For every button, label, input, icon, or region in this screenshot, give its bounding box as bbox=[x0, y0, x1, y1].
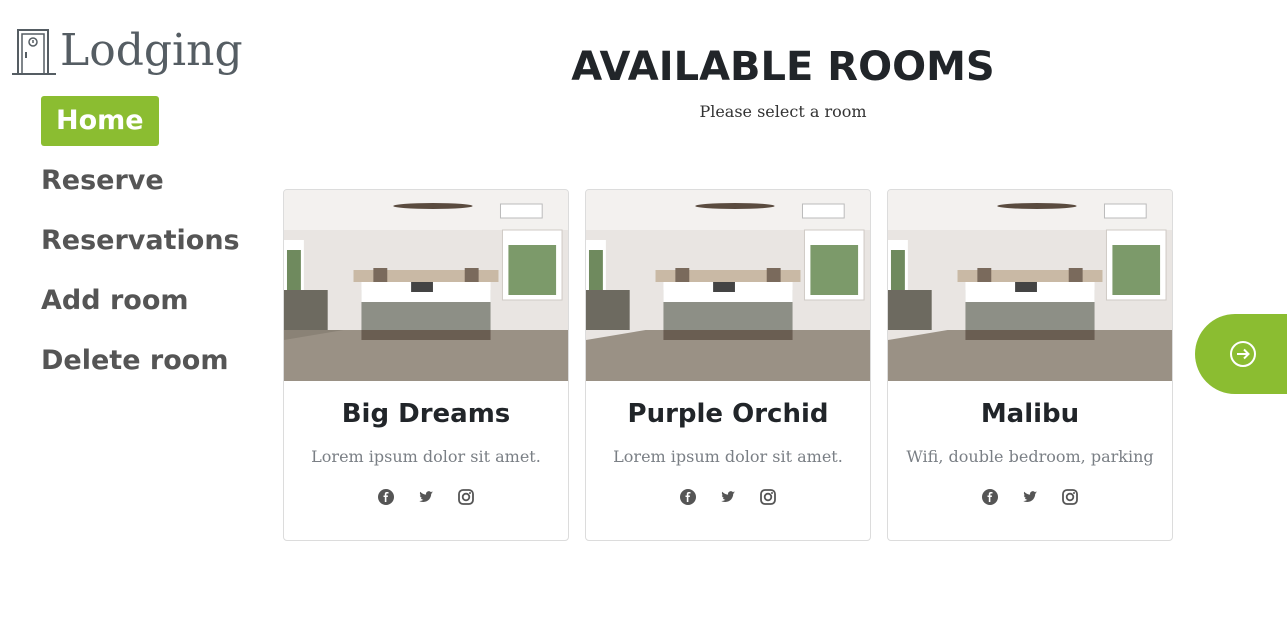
room-image bbox=[586, 190, 870, 381]
room-description: Lorem ipsum dolor sit amet. bbox=[613, 447, 843, 466]
room-name: Purple Orchid bbox=[627, 399, 829, 429]
arrow-right-circle-icon bbox=[1230, 341, 1256, 367]
room-card[interactable]: Big Dreams Lorem ipsum dolor sit amet. bbox=[283, 189, 569, 541]
facebook-icon[interactable] bbox=[981, 488, 999, 506]
instagram-icon[interactable] bbox=[457, 488, 475, 506]
instagram-icon[interactable] bbox=[1061, 488, 1079, 506]
room-cards: Big Dreams Lorem ipsum dolor sit amet. P… bbox=[283, 189, 1173, 541]
room-description: Lorem ipsum dolor sit amet. bbox=[311, 447, 541, 466]
room-description: Wifi, double bedroom, parking bbox=[906, 447, 1154, 466]
site-logo[interactable]: Lodging bbox=[12, 26, 243, 76]
nav-item-reservations[interactable]: Reservations bbox=[41, 216, 240, 266]
nav-item-delete-room[interactable]: Delete room bbox=[41, 336, 240, 386]
room-card[interactable]: Malibu Wifi, double bedroom, parking bbox=[887, 189, 1173, 541]
nav-item-home[interactable]: Home bbox=[41, 96, 159, 146]
social-links bbox=[284, 488, 568, 506]
sidebar-nav: Home Reserve Reservations Add room Delet… bbox=[41, 96, 240, 396]
room-card[interactable]: Purple Orchid Lorem ipsum dolor sit amet… bbox=[585, 189, 871, 541]
page-title: AVAILABLE ROOMS bbox=[571, 44, 995, 90]
room-image bbox=[284, 190, 568, 381]
door-icon bbox=[12, 29, 56, 75]
room-name: Malibu bbox=[980, 399, 1080, 429]
social-links bbox=[888, 488, 1172, 506]
twitter-icon[interactable] bbox=[417, 488, 435, 506]
facebook-icon[interactable] bbox=[679, 488, 697, 506]
page-subtitle: Please select a room bbox=[699, 102, 867, 121]
next-page-button[interactable] bbox=[1195, 314, 1287, 394]
nav-item-add-room[interactable]: Add room bbox=[41, 276, 240, 326]
logo-text: Lodging bbox=[60, 25, 243, 76]
instagram-icon[interactable] bbox=[759, 488, 777, 506]
twitter-icon[interactable] bbox=[719, 488, 737, 506]
room-image bbox=[888, 190, 1172, 381]
nav-item-reserve[interactable]: Reserve bbox=[41, 156, 240, 206]
facebook-icon[interactable] bbox=[377, 488, 395, 506]
room-name: Big Dreams bbox=[341, 399, 511, 429]
twitter-icon[interactable] bbox=[1021, 488, 1039, 506]
social-links bbox=[586, 488, 870, 506]
